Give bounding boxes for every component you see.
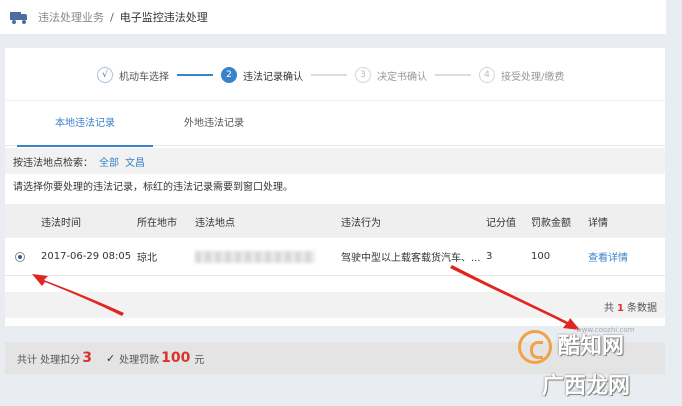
tab-other-region-records[interactable]: 外地违法记录 (165, 101, 263, 147)
watermark-text-2: 广西龙网 (542, 374, 631, 399)
summary-fine-unit: 元 (194, 354, 205, 366)
total-suffix: 条数据 (627, 303, 657, 314)
step-2-number: 2 (221, 67, 237, 83)
filter-label: 按违法地点检索： (13, 157, 93, 169)
breadcrumb-separator: / (110, 10, 114, 24)
filter-option-all[interactable]: 全部 (99, 154, 119, 169)
step-connector (311, 74, 347, 76)
header-points: 记分值 (486, 217, 516, 229)
filter-option-wenchang[interactable]: 文昌 (125, 154, 145, 169)
table-header: 违法时间 所在地市 违法地点 违法行为 记分值 罚款金额 详情 (5, 204, 665, 238)
breadcrumb-bar: 违法处理业务 / 电子监控违法处理 (0, 0, 666, 34)
step-1: √ 机动车选择 (97, 67, 169, 83)
step-3-label: 决定书确认 (377, 71, 427, 83)
step-connector (435, 74, 471, 76)
step-4-label: 接受处理/缴费 (501, 71, 565, 83)
header-behavior: 违法行为 (341, 217, 381, 229)
cell-city: 琼北 (137, 253, 157, 264)
watermark-logo-icon (518, 330, 552, 364)
summary-fine-value: 100 (161, 350, 191, 366)
step-2-label: 违法记录确认 (243, 71, 303, 83)
total-count-bar: 共 1 条数据 (5, 292, 665, 318)
step-1-check-icon: √ (97, 67, 113, 83)
step-4: 4 接受处理/缴费 (479, 67, 564, 83)
step-1-label: 机动车选择 (119, 71, 169, 83)
cell-fine: 100 (531, 251, 551, 262)
header-fine: 罚款金额 (531, 217, 571, 229)
breadcrumb-parent[interactable]: 违法处理业务 (38, 9, 104, 25)
step-connector (177, 74, 213, 76)
total-count: 共 1 条数据 (604, 299, 657, 314)
step-4-number: 4 (479, 67, 495, 83)
cell-time: 2017-06-29 08:05 (41, 251, 132, 262)
step-3: 3 决定书确认 (355, 67, 427, 83)
header-city: 所在地市 (137, 217, 177, 229)
instruction-text: 请选择你要处理的违法记录，标红的违法记录需要到窗口处理。 (13, 182, 293, 193)
record-tabs: 本地违法记录 外地违法记录 (5, 100, 665, 147)
row-select-radio[interactable] (15, 251, 25, 262)
header-time: 违法时间 (41, 217, 81, 229)
check-icon: ✓ (105, 351, 116, 365)
watermark-text-1: 酷知网 (558, 334, 625, 359)
summary-fine-label: 处理罚款 (119, 354, 160, 366)
step-3-number: 3 (355, 67, 371, 83)
table-row[interactable]: 2017-06-29 08:05 琼北 驾驶中型以上载客载货汽车、... 3 1… (5, 238, 665, 276)
truck-icon (10, 11, 28, 24)
header-location: 违法地点 (195, 217, 235, 229)
total-number: 1 (617, 303, 624, 314)
total-prefix: 共 (604, 303, 615, 314)
violation-table: 违法时间 所在地市 违法地点 违法行为 记分值 罚款金额 详情 2017-06-… (5, 204, 665, 276)
watermark: www.coozhi.com 酷知网 广西龙网 (518, 326, 668, 402)
breadcrumb-current: 电子监控违法处理 (119, 11, 208, 24)
header-detail: 详情 (588, 217, 608, 229)
main-card: √ 机动车选择 2 违法记录确认 3 决定书确认 4 接受处理/缴费 本地违法记… (5, 48, 665, 326)
step-indicator: √ 机动车选择 2 违法记录确认 3 决定书确认 4 接受处理/缴费 (97, 64, 564, 86)
cell-location-redacted (195, 250, 315, 263)
cell-behavior: 驾驶中型以上载客载货汽车、... (341, 253, 481, 264)
step-2: 2 违法记录确认 (221, 67, 303, 83)
cell-points: 3 (486, 251, 493, 262)
summary-points-label: 共计 处理扣分 (17, 354, 81, 366)
view-detail-link[interactable]: 查看详情 (588, 249, 628, 264)
summary-points-value: 3 (82, 350, 92, 366)
location-filter: 按违法地点检索： 全部 文昌 (5, 148, 665, 174)
tab-local-records[interactable]: 本地违法记录 (17, 101, 153, 147)
